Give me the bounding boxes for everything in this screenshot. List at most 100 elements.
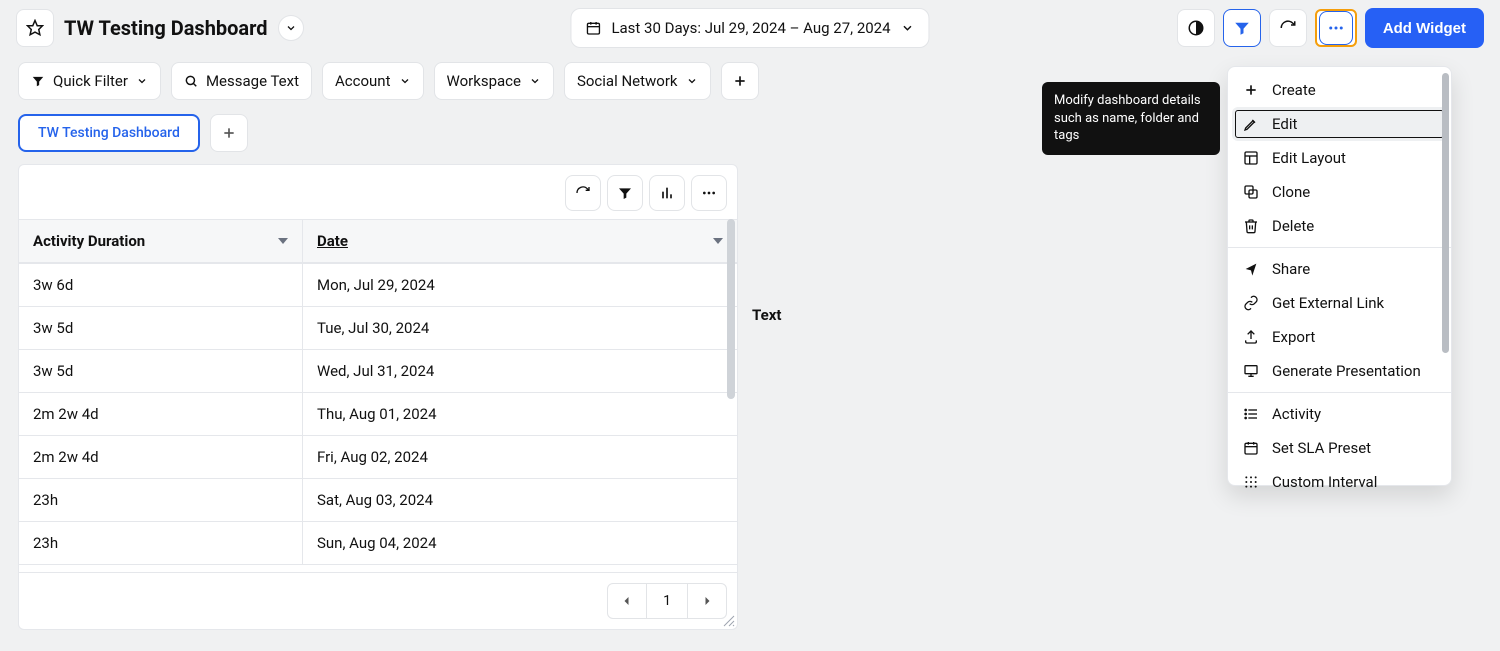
calendar-icon [1242,439,1260,457]
resize-handle-icon[interactable] [721,613,735,627]
chevron-right-icon [701,595,713,607]
chevron-left-icon [621,595,633,607]
cell-activity: 2m 2w 4d [19,393,303,435]
menu-item-export[interactable]: Export [1228,320,1451,354]
more-options-button[interactable] [1315,9,1357,47]
message-text-filter[interactable]: Message Text [171,62,312,100]
list-icon [1242,405,1260,423]
chevron-down-icon [285,22,297,34]
filter-icon [617,185,633,201]
menu-item-custom-interval[interactable]: Custom Interval [1228,465,1451,499]
filter-label: Social Network [577,72,678,90]
text-widget-label: Text [752,164,781,324]
plus-icon [221,125,237,141]
date-range-label: Last 30 Days: Jul 29, 2024 – Aug 27, 202… [611,19,890,37]
layout-icon [1242,149,1260,167]
menu-item-generate-presentation[interactable]: Generate Presentation [1228,354,1451,388]
refresh-icon [575,185,591,201]
table-header: Activity Duration Date [19,219,737,263]
column-header-activity[interactable]: Activity Duration [19,220,303,262]
bar-chart-icon [659,185,675,201]
table-row[interactable]: 23hSun, Aug 04, 2024 [19,521,737,564]
cell-activity: 23h [19,479,303,521]
table-row[interactable]: 3w 5dTue, Jul 30, 2024 [19,306,737,349]
dashboard-options-menu: Create Edit Edit Layout Clone Delete Sha… [1227,66,1452,486]
menu-item-sla-preset[interactable]: Set SLA Preset [1228,431,1451,465]
menu-item-edit[interactable]: Edit [1232,107,1447,141]
pencil-icon [1242,115,1260,133]
social-network-filter[interactable]: Social Network [564,62,711,100]
menu-item-create[interactable]: Create [1228,73,1451,107]
cell-date: Fri, Aug 02, 2024 [303,436,737,478]
grid-icon [1242,473,1260,491]
menu-item-share[interactable]: Share [1228,252,1451,286]
toolbar-right: Add Widget [1177,8,1484,48]
table-row[interactable]: 3w 6dMon, Jul 29, 2024 [19,263,737,306]
date-range-selector[interactable]: Last 30 Days: Jul 29, 2024 – Aug 27, 202… [570,8,929,48]
quick-filter-label: Quick Filter [53,72,128,90]
cell-activity: 3w 5d [19,350,303,392]
table-row[interactable]: 2m 2w 4dFri, Aug 02, 2024 [19,435,737,478]
widget-chart-button[interactable] [649,175,685,211]
favorite-button[interactable] [16,9,54,47]
menu-item-edit-layout[interactable]: Edit Layout [1228,141,1451,175]
cell-date: Sun, Aug 04, 2024 [303,522,737,564]
title-wrap: TW Testing Dashboard [64,15,304,41]
table-body: 3w 6dMon, Jul 29, 20243w 5dTue, Jul 30, … [19,263,737,564]
title-dropdown-button[interactable] [278,15,304,41]
table-row[interactable]: 2m 2w 4dThu, Aug 01, 2024 [19,392,737,435]
cell-date: Mon, Jul 29, 2024 [303,264,737,306]
star-icon [26,19,44,37]
chevron-down-icon [529,75,541,87]
theme-toggle-button[interactable] [1177,9,1215,47]
refresh-button[interactable] [1269,9,1307,47]
page-title: TW Testing Dashboard [64,16,268,40]
link-icon [1242,294,1260,312]
copy-icon [1242,183,1260,201]
add-widget-button[interactable]: Add Widget [1365,8,1484,48]
filter-toggle-button[interactable] [1223,9,1261,47]
tab-label: TW Testing Dashboard [38,125,180,141]
chevron-down-icon [136,75,148,87]
cell-date: Tue, Jul 30, 2024 [303,307,737,349]
column-header-date[interactable]: Date [303,220,737,262]
menu-item-external-link[interactable]: Get External Link [1228,286,1451,320]
cell-activity: 3w 6d [19,264,303,306]
presentation-icon [1242,362,1260,380]
chevron-down-icon [901,21,915,35]
workspace-filter[interactable]: Workspace [434,62,554,100]
activity-widget: Activity Duration Date 3w 6dMon, Jul 29,… [18,164,738,630]
search-icon [184,74,198,88]
menu-item-activity[interactable]: Activity [1228,397,1451,431]
pager-prev-button[interactable] [607,583,647,619]
widget-more-button[interactable] [691,175,727,211]
chevron-down-icon [686,75,698,87]
top-bar: TW Testing Dashboard Last 30 Days: Jul 2… [0,0,1500,56]
widget-refresh-button[interactable] [565,175,601,211]
menu-item-delete[interactable]: Delete [1228,209,1451,243]
filter-label: Message Text [206,72,299,90]
cell-date: Wed, Jul 31, 2024 [303,350,737,392]
quick-filter-button[interactable]: Quick Filter [18,62,161,100]
cell-activity: 3w 5d [19,307,303,349]
add-tab-button[interactable] [210,114,248,152]
more-horizontal-icon [1327,19,1345,37]
filter-label: Workspace [447,72,521,90]
share-icon [1242,260,1260,278]
more-horizontal-icon [701,185,717,201]
table-row[interactable]: 3w 5dWed, Jul 31, 2024 [19,349,737,392]
widget-filter-button[interactable] [607,175,643,211]
menu-scrollbar[interactable] [1442,73,1449,353]
add-filter-button[interactable] [721,62,759,100]
filter-icon [1233,19,1251,37]
filter-icon [31,74,45,88]
account-filter[interactable]: Account [322,62,424,100]
plus-icon [732,73,748,89]
widget-scrollbar[interactable] [727,219,735,399]
table-row[interactable]: 23hSat, Aug 03, 2024 [19,478,737,521]
pager: 1 [19,572,737,629]
tab-active[interactable]: TW Testing Dashboard [18,114,200,152]
cell-activity: 2m 2w 4d [19,436,303,478]
menu-item-clone[interactable]: Clone [1228,175,1451,209]
chevron-down-icon [399,75,411,87]
